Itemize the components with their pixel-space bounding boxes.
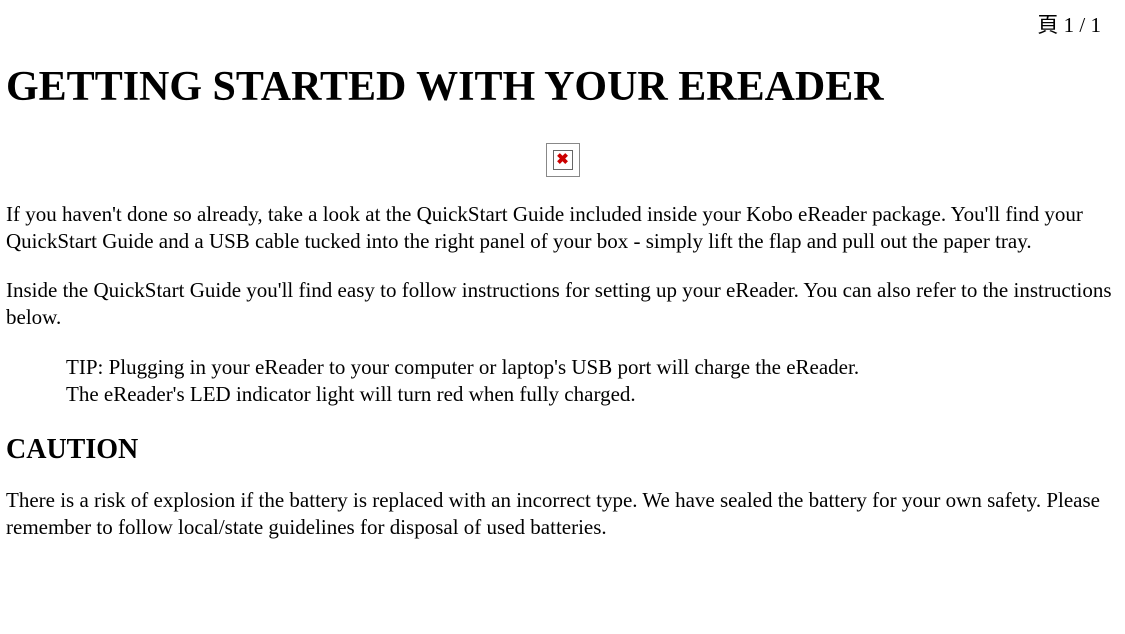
tip-line-1: TIP: Plugging in your eReader to your co… xyxy=(66,354,1119,381)
broken-image-icon: ✖ xyxy=(546,143,580,177)
caution-heading: CAUTION xyxy=(6,432,1119,468)
page-title: GETTING STARTED WITH YOUR EREADER xyxy=(6,60,1119,115)
intro-paragraph-1: If you haven't done so already, take a l… xyxy=(6,201,1119,256)
document-content: GETTING STARTED WITH YOUR EREADER ✖ If y… xyxy=(0,0,1125,541)
caution-paragraph: There is a risk of explosion if the batt… xyxy=(6,487,1119,542)
page-indicator: 頁 1 / 1 xyxy=(1037,12,1101,39)
broken-image-mark: ✖ xyxy=(553,150,573,170)
image-placeholder-wrap: ✖ xyxy=(6,143,1119,177)
tip-line-2: The eReader's LED indicator light will t… xyxy=(66,381,1119,408)
intro-paragraph-2: Inside the QuickStart Guide you'll find … xyxy=(6,277,1119,332)
tip-block: TIP: Plugging in your eReader to your co… xyxy=(6,354,1119,409)
